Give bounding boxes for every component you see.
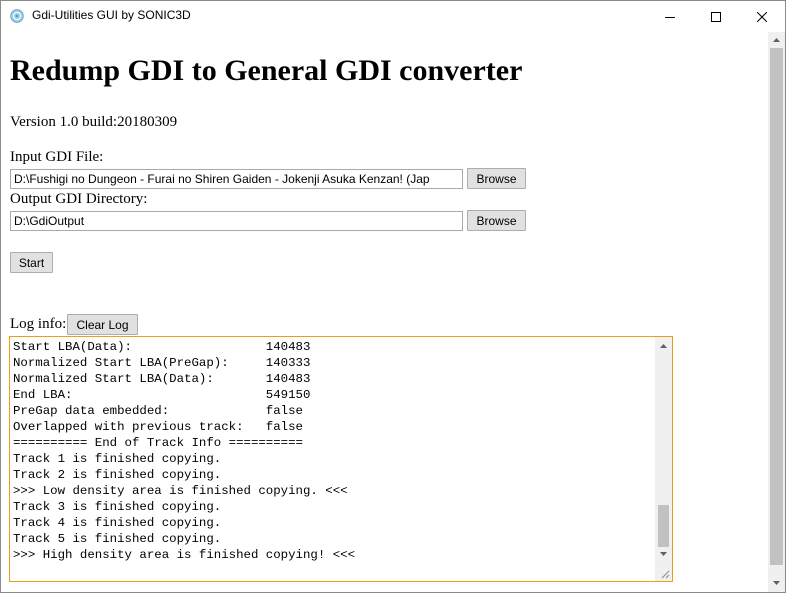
app-window: Gdi-Utilities GUI by SONIC3D Redump GDI …: [0, 0, 786, 593]
log-info-label: Log info:: [10, 316, 67, 332]
input-gdi-label: Input GDI File:: [10, 149, 104, 165]
log-line: Normalized Start LBA(Data): 140483: [13, 372, 311, 386]
log-line: Start LBA(Data): 140483: [13, 340, 311, 354]
log-line: PreGap data embedded: false: [13, 404, 303, 418]
maximize-icon: [711, 11, 721, 22]
log-line: Track 5 is finished copying.: [13, 532, 222, 546]
log-line: Track 1 is finished copying.: [13, 452, 222, 466]
start-button[interactable]: Start: [10, 252, 53, 273]
minimize-icon: [665, 16, 675, 18]
resize-grip-icon[interactable]: [660, 569, 670, 579]
log-line: Normalized Start LBA(PreGap): 140333: [13, 356, 311, 370]
triangle-up-icon: [773, 38, 780, 42]
log-line: >>> High density area is finished copyin…: [13, 548, 356, 562]
log-line: >>> Low density area is finished copying…: [13, 484, 348, 498]
browse-input-button[interactable]: Browse: [467, 168, 526, 189]
log-line: Track 4 is finished copying.: [13, 516, 222, 530]
close-button[interactable]: [739, 1, 785, 32]
log-scroll-down-button[interactable]: [655, 547, 672, 561]
app-disc-icon: [10, 9, 24, 23]
page-scrollbar[interactable]: [768, 32, 785, 592]
log-line: Track 3 is finished copying.: [13, 500, 222, 514]
log-line: Track 2 is finished copying.: [13, 468, 222, 482]
log-line: Overlapped with previous track: false: [13, 420, 303, 434]
log-line: ========== End of Track Info ==========: [13, 436, 303, 450]
input-gdi-field[interactable]: D:\Fushigi no Dungeon - Furai no Shiren …: [10, 169, 463, 189]
triangle-down-icon: [660, 552, 667, 556]
log-textarea[interactable]: Start LBA(Data): 140483 Normalized Start…: [9, 336, 673, 582]
page-scroll-down-button[interactable]: [768, 575, 785, 591]
log-scroll-thumb[interactable]: [658, 505, 669, 547]
clear-log-button[interactable]: Clear Log: [67, 314, 138, 335]
log-scrollbar[interactable]: [655, 337, 672, 581]
log-scroll-up-button[interactable]: [655, 339, 672, 353]
triangle-up-icon: [660, 344, 667, 348]
browse-output-button[interactable]: Browse: [467, 210, 526, 231]
page-title: Redump GDI to General GDI converter: [10, 54, 523, 87]
output-dir-label: Output GDI Directory:: [10, 191, 148, 207]
page-scroll-up-button[interactable]: [768, 32, 785, 48]
minimize-button[interactable]: [647, 1, 693, 32]
maximize-button[interactable]: [693, 1, 739, 32]
output-dir-field[interactable]: D:\GdiOutput: [10, 211, 463, 231]
log-text: Start LBA(Data): 140483 Normalized Start…: [13, 339, 355, 563]
page-content: Redump GDI to General GDI converter Vers…: [1, 32, 768, 592]
page-scroll-thumb[interactable]: [770, 48, 783, 565]
window-title: Gdi-Utilities GUI by SONIC3D: [32, 8, 191, 22]
log-line: End LBA: 549150: [13, 388, 311, 402]
title-bar[interactable]: Gdi-Utilities GUI by SONIC3D: [1, 1, 785, 32]
triangle-down-icon: [773, 581, 780, 585]
close-icon: [757, 11, 767, 22]
version-text: Version 1.0 build:20180309: [10, 114, 178, 130]
